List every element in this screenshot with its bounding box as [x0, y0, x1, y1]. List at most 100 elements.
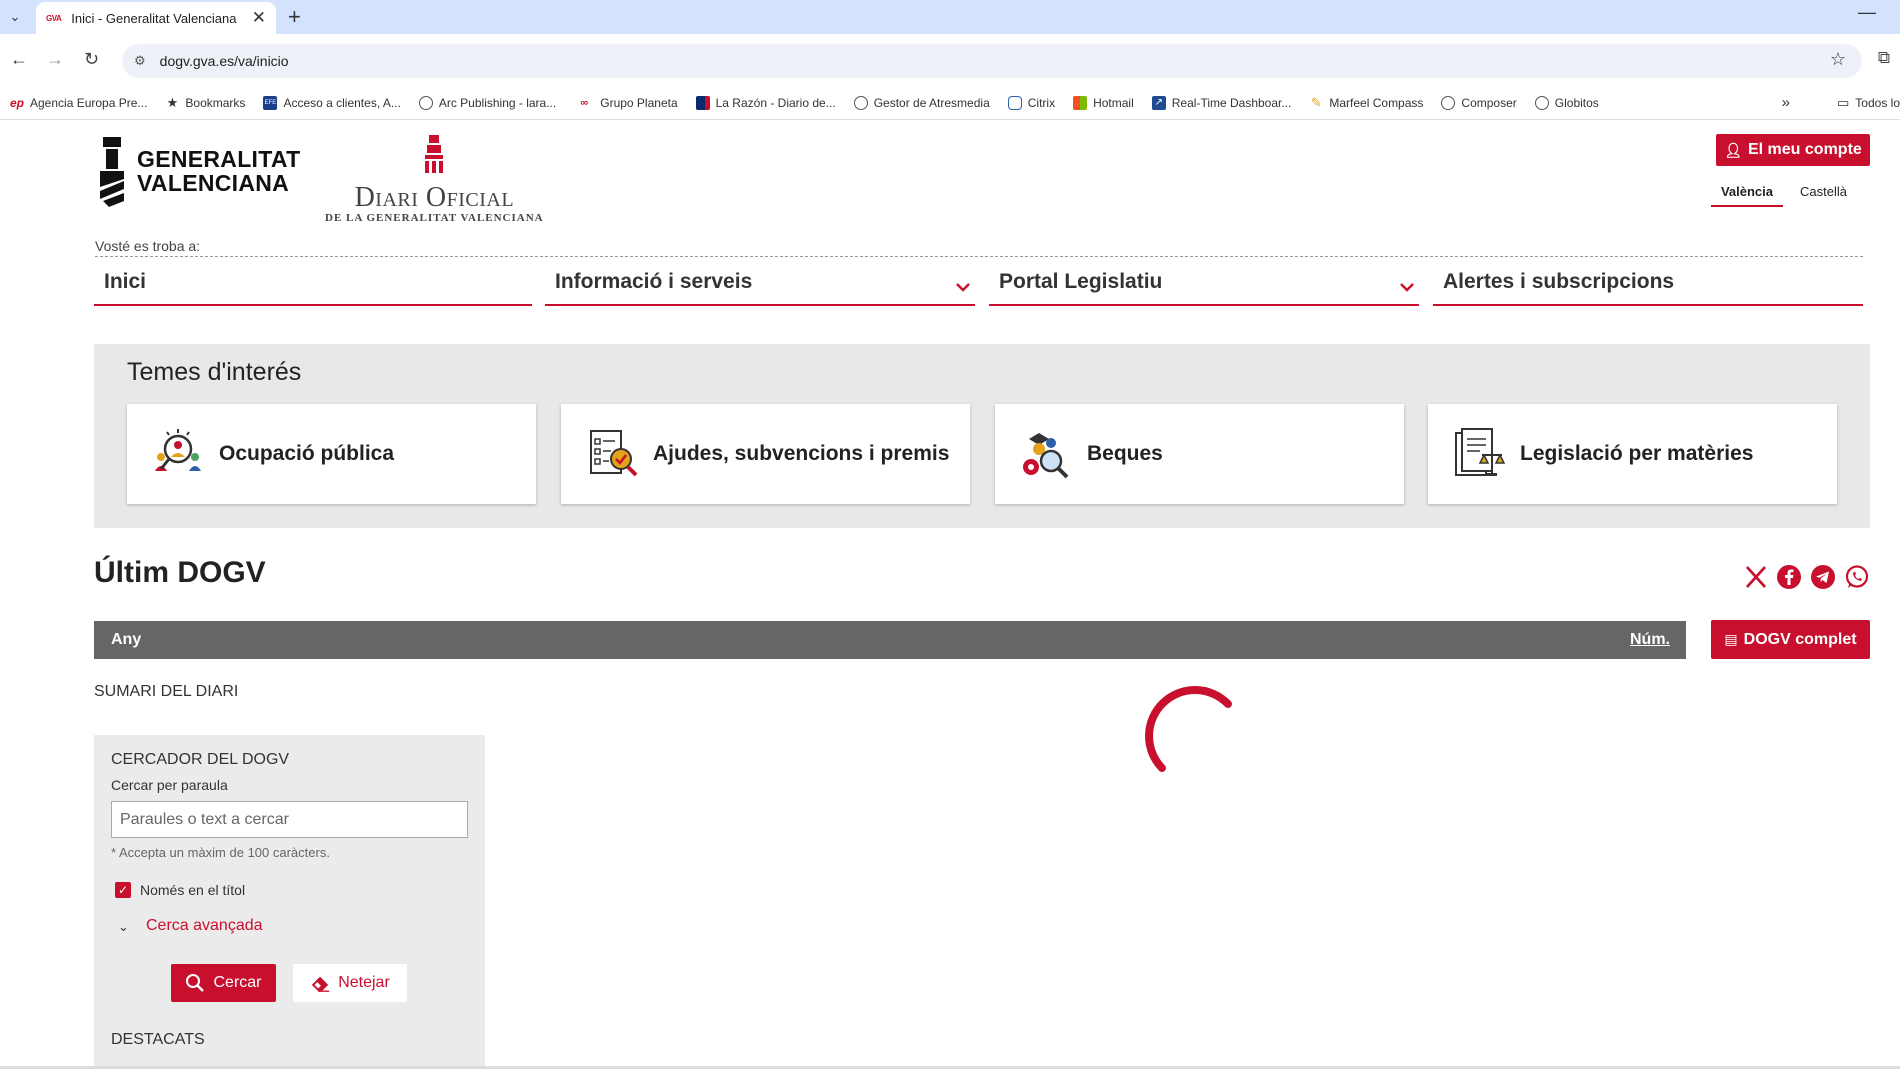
- bookmark-item[interactable]: Gestor de Atresmedia: [853, 95, 990, 110]
- new-tab-icon[interactable]: +: [288, 4, 301, 30]
- globe-icon: [1441, 95, 1456, 110]
- cercar-button[interactable]: Cercar: [171, 964, 276, 1002]
- legal-document-icon: [1455, 428, 1506, 476]
- nav-alertes-subscripcions[interactable]: Alertes i subscripcions: [1433, 260, 1863, 306]
- ep-icon: ep: [10, 95, 25, 110]
- x-icon[interactable]: [1743, 564, 1769, 590]
- bookmark-item[interactable]: La Razón - Diario de...: [695, 95, 836, 110]
- bookmark-item[interactable]: Arc Publishing - lara...: [418, 95, 556, 110]
- any-filter-bar[interactable]: Any Núm.: [94, 621, 1686, 659]
- tab-title: Inici - Generalitat Valenciana: [71, 10, 237, 26]
- dogv-complet-label: DOGV complet: [1743, 630, 1857, 648]
- bookmark-item[interactable]: Composer: [1441, 95, 1517, 110]
- temes-interes-title: Temes d'interés: [127, 358, 302, 386]
- generalitat-logo[interactable]: GENERALITAT VALENCIANA: [97, 135, 300, 207]
- lang-valencia[interactable]: València: [1711, 184, 1783, 207]
- tab-strip: ⌄ GVA Inici - Generalitat Valenciana ✕ +…: [0, 0, 1900, 34]
- microsoft-icon: [1073, 95, 1088, 110]
- whatsapp-icon[interactable]: [1844, 564, 1870, 590]
- reload-icon[interactable]: ↻: [84, 48, 99, 70]
- larazon-icon: [695, 95, 710, 110]
- cercar-per-paraula-label: Cercar per paraula: [111, 777, 228, 793]
- bookmark-item[interactable]: Citrix: [1007, 95, 1055, 110]
- bookmark-star-icon[interactable]: ☆: [1830, 49, 1846, 70]
- nav-inici[interactable]: Inici: [94, 260, 532, 306]
- bookmark-item[interactable]: Hotmail: [1073, 95, 1134, 110]
- tab-active[interactable]: GVA Inici - Generalitat Valenciana ✕: [36, 2, 276, 34]
- efe-icon: EFE: [263, 95, 278, 110]
- search-input[interactable]: [111, 801, 468, 838]
- nav-alertes-label: Alertes i subscripcions: [1443, 270, 1675, 293]
- more-bookmarks-icon[interactable]: »: [1782, 94, 1790, 111]
- bookmark-item[interactable]: EFE Acceso a clientes, A...: [263, 95, 401, 110]
- chevron-down-icon: [956, 283, 970, 292]
- nav-inici-label: Inici: [104, 270, 147, 293]
- bookmark-item[interactable]: ↗ Real-Time Dashboar...: [1151, 95, 1291, 110]
- netejar-label: Netejar: [338, 974, 390, 991]
- dogv-complet-button[interactable]: ▤ DOGV complet: [1711, 620, 1870, 659]
- user-icon: 👤︎: [1724, 141, 1742, 158]
- facebook-icon[interactable]: [1776, 564, 1802, 590]
- diari-oficial-logo[interactable]: Diari Oficial DE LA GENERALITAT VALENCIA…: [325, 135, 544, 224]
- folder-icon: ▭: [1837, 95, 1850, 110]
- chevron-down-icon[interactable]: ⌄: [118, 919, 129, 935]
- card-label: Ajudes, subvencions i premis: [653, 442, 950, 465]
- card-ajudes-subvencions[interactable]: Ajudes, subvencions i premis: [561, 404, 970, 504]
- bookmark-item[interactable]: ★ Bookmarks: [165, 94, 246, 110]
- num-link[interactable]: Núm.: [1630, 631, 1670, 649]
- close-tab-icon[interactable]: ✕: [252, 8, 266, 28]
- bookmark-item[interactable]: ∞ Grupo Planeta: [574, 96, 677, 110]
- temes-interes-panel: Temes d'interés Ocupació pública Ajudes,…: [94, 344, 1870, 528]
- gv-logo-line1: GENERALITAT: [137, 146, 301, 172]
- citrix-icon: [1007, 95, 1022, 110]
- url-text: dogv.gva.es/va/inicio: [159, 53, 289, 69]
- nav-portal-legislatiu[interactable]: Portal Legislatiu: [989, 260, 1419, 306]
- all-bookmarks-folder[interactable]: ▭ Todos lo: [1837, 95, 1900, 111]
- extensions-icon[interactable]: ⧉: [1878, 48, 1890, 68]
- people-search-icon: [155, 429, 201, 471]
- bookmark-item[interactable]: ep Agencia Europa Pre...: [10, 96, 147, 110]
- site-info-icon[interactable]: ⚙: [134, 53, 146, 69]
- marfeel-icon: ✎: [1310, 94, 1322, 110]
- account-button-label: El meu compte: [1747, 141, 1862, 158]
- bookmark-item[interactable]: ✎ Marfeel Compass: [1309, 94, 1423, 110]
- diari-crest-icon: [425, 135, 444, 173]
- lang-castella[interactable]: Castellà: [1800, 184, 1847, 199]
- card-label: Beques: [1087, 442, 1163, 465]
- card-label: Ocupació pública: [219, 442, 395, 465]
- cerca-avancada-link[interactable]: Cerca avançada: [146, 917, 263, 935]
- nav-informacio-serveis[interactable]: Informació i serveis: [545, 260, 975, 306]
- netejar-button[interactable]: Netejar: [293, 964, 407, 1002]
- loading-spinner-icon: [1145, 686, 1232, 772]
- address-bar[interactable]: ⚙ dogv.gva.es/va/inicio ☆: [122, 44, 1862, 78]
- card-beques[interactable]: Beques: [995, 404, 1404, 504]
- star-icon: ★: [166, 94, 179, 110]
- search-icon: [186, 974, 205, 992]
- chevron-down-icon: [1400, 283, 1414, 292]
- gva-favicon-icon: GVA: [46, 13, 62, 23]
- sumari-del-diari: SUMARI DEL DIARI: [94, 683, 239, 700]
- breadcrumb: Vosté es troba a:: [95, 238, 1863, 257]
- ultim-dogv-title: Últim DOGV: [94, 556, 266, 589]
- forward-icon[interactable]: →: [46, 48, 64, 70]
- any-label: Any: [111, 631, 142, 648]
- minimize-window-icon[interactable]: —: [1858, 2, 1876, 23]
- generalitat-crest-icon: [100, 137, 124, 207]
- account-button[interactable]: 👤︎ El meu compte: [1716, 134, 1870, 166]
- only-title-label[interactable]: Només en el títol: [140, 882, 245, 898]
- back-icon[interactable]: ←: [10, 48, 28, 70]
- telegram-icon[interactable]: [1810, 564, 1836, 590]
- planeta-icon: ∞: [580, 96, 589, 109]
- nav-portal-label: Portal Legislatiu: [999, 270, 1163, 293]
- page-content: GENERALITAT VALENCIANA Diari Oficial DE …: [0, 120, 1900, 1069]
- globe-icon: [853, 95, 868, 110]
- tab-search-icon[interactable]: ⌄: [4, 6, 26, 28]
- card-legislacio-materies[interactable]: Legislació per matèries: [1428, 404, 1837, 504]
- card-ocupacio-publica[interactable]: Ocupació pública: [127, 404, 536, 504]
- card-label: Legislació per matèries: [1520, 442, 1754, 465]
- only-title-checkbox[interactable]: ✓: [115, 882, 131, 898]
- cercar-label: Cercar: [213, 974, 262, 991]
- bookmark-item[interactable]: Globitos: [1534, 95, 1599, 110]
- eraser-icon: [312, 976, 330, 992]
- browser-chrome: ⌄ GVA Inici - Generalitat Valenciana ✕ +…: [0, 0, 1900, 120]
